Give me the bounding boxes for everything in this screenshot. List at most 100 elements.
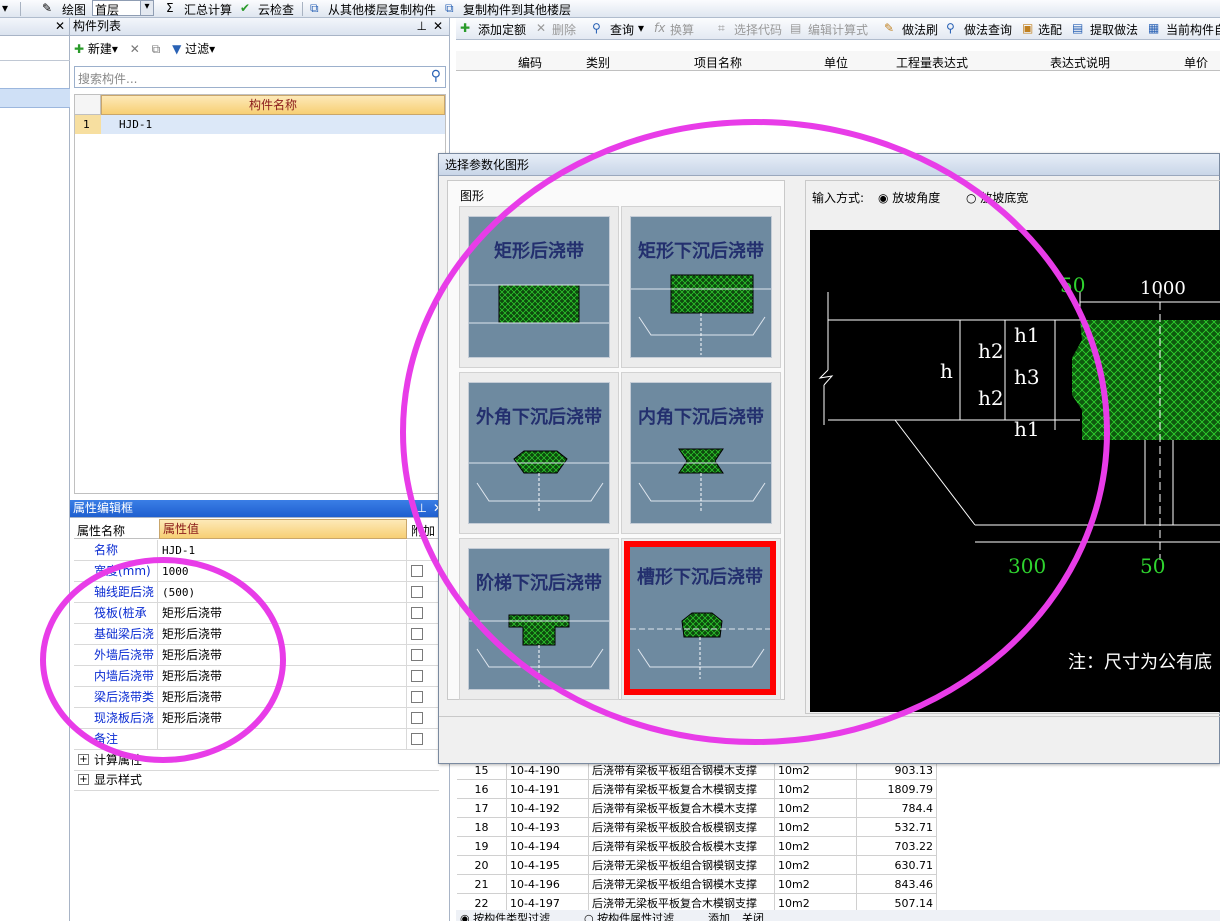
property-name: 外墙后浇带 <box>74 645 158 666</box>
property-row[interactable]: 筏板(桩承 矩形后浇带 <box>74 603 439 624</box>
label-h: h <box>940 359 953 383</box>
shape-option[interactable]: 槽形下沉后浇带 <box>621 538 781 700</box>
property-row[interactable]: 外墙后浇带 矩形后浇带 <box>74 645 439 666</box>
property-value[interactable]: 1000 <box>159 561 407 582</box>
shape-option[interactable]: 矩形下沉后浇带 <box>621 206 781 368</box>
extra-checkbox[interactable] <box>411 628 423 640</box>
pin-icon[interactable]: ⊥ <box>417 500 427 517</box>
current-component-button[interactable]: 当前构件自 <box>1166 21 1220 38</box>
col-price: 单价 <box>1184 56 1209 70</box>
new-button[interactable]: 新建 <box>88 42 112 56</box>
search-box[interactable]: 搜索构件... ⚲ <box>74 66 446 88</box>
group-calc-properties[interactable]: + 计算属性 <box>74 750 439 771</box>
option-angle-radio[interactable]: ◉ 放坡角度 <box>878 189 940 206</box>
extra-checkbox[interactable] <box>411 565 423 577</box>
property-value[interactable]: 矩形后浇带 <box>159 645 407 666</box>
property-row[interactable]: 备注 <box>74 729 439 750</box>
quota-cell-unit: 10m2 <box>775 818 857 837</box>
shape-diagram <box>630 612 770 679</box>
group-display-style[interactable]: + 显示样式 <box>74 770 439 791</box>
option-width-radio[interactable]: ○ 放坡底宽 <box>966 189 1028 206</box>
quota-row[interactable]: 18 10-4-193 后浇带有梁板平板胶合板模钢支撑 10m2 532.71 <box>457 818 937 837</box>
quota-row[interactable]: 16 10-4-191 后浇带有梁板平板复合木模钢支撑 10m2 1809.79 <box>457 780 937 799</box>
quota-cell-name: 后浇带有梁板平板复合木模钢支撑 <box>589 780 775 799</box>
method-brush-button[interactable]: 做法刷 <box>902 21 938 38</box>
extra-checkbox[interactable] <box>411 712 423 724</box>
extract-method-icon: ▤ <box>1072 21 1084 35</box>
search-input[interactable]: 搜索构件... <box>78 70 137 87</box>
add-button[interactable]: 添加 <box>708 910 730 921</box>
property-row[interactable]: 轴线距后浇 (500) <box>74 582 439 603</box>
property-row[interactable]: 现浇板后浇 矩形后浇带 <box>74 708 439 729</box>
component-list-title: 构件列表 ⊥ ✕ <box>70 18 449 36</box>
property-value[interactable] <box>159 729 407 750</box>
query-button[interactable]: 查询 <box>610 21 634 38</box>
dim-1000: 1000 <box>1140 278 1186 299</box>
property-value[interactable]: HJD-1 <box>159 540 407 561</box>
filter-by-property-radio[interactable]: ○ 按构件属性过滤 <box>584 910 674 921</box>
edit-formula-button[interactable]: 编辑计算式 <box>808 21 868 38</box>
col-category: 类别 <box>586 56 611 70</box>
quota-row[interactable]: 17 10-4-192 后浇带有梁板平板复合木模木支撑 10m2 784.4 <box>457 799 937 818</box>
property-row[interactable]: 名称 HJD-1 <box>74 540 439 561</box>
edit-formula-icon: ▤ <box>790 21 802 35</box>
draw-label[interactable]: 绘图 <box>62 1 86 17</box>
shape-option[interactable]: 阶梯下沉后浇带 <box>459 538 619 700</box>
copy-icon[interactable]: ⧉ <box>152 42 161 56</box>
extra-checkbox[interactable] <box>411 670 423 682</box>
method-query-icon: ⚲ <box>946 21 955 35</box>
floor-value: 首层 <box>95 3 120 17</box>
shape-option[interactable]: 内角下沉后浇带 <box>621 372 781 534</box>
property-value[interactable]: 矩形后浇带 <box>159 687 407 708</box>
property-name: 宽度(mm) <box>74 561 158 582</box>
copy-to-button[interactable]: 复制构件到其他楼层 <box>463 1 571 17</box>
property-header: 属性名称 属性值 附加 <box>74 519 439 539</box>
component-row[interactable]: HJD-1 <box>101 115 445 134</box>
search-icon[interactable]: ⚲ <box>431 68 441 84</box>
filter-by-type-radio[interactable]: ◉ 按构件类型过滤 <box>460 910 550 921</box>
pin-icon[interactable]: ⊥ <box>417 18 427 35</box>
shape-option[interactable]: 外角下沉后浇带 <box>459 372 619 534</box>
convert-button[interactable]: 换算 <box>670 21 694 38</box>
close-icon[interactable]: ✕ <box>433 18 443 35</box>
extra-checkbox[interactable] <box>411 586 423 598</box>
method-query-button[interactable]: 做法查询 <box>964 21 1012 38</box>
extract-method-button[interactable]: 提取做法 <box>1090 21 1138 38</box>
quota-row[interactable]: 19 10-4-194 后浇带有梁板平板胶合板模木支撑 10m2 703.22 <box>457 837 937 856</box>
dim-50-bottom: 50 <box>1140 554 1165 578</box>
property-row[interactable]: 梁后浇带类 矩形后浇带 <box>74 687 439 708</box>
extra-checkbox[interactable] <box>411 607 423 619</box>
delete-button[interactable]: 删除 <box>552 21 576 38</box>
floor-dropdown-icon[interactable]: ▾ <box>140 0 154 16</box>
property-row[interactable]: 基础梁后浇 矩形后浇带 <box>74 624 439 645</box>
dim-50-top: 50 <box>1060 273 1085 297</box>
property-row[interactable]: 内墙后浇带 矩形后浇带 <box>74 666 439 687</box>
dropdown-arrow-icon[interactable]: ▾ <box>2 1 8 15</box>
select-code-button[interactable]: 选择代码 <box>734 21 782 38</box>
copy-from-button[interactable]: 从其他楼层复制构件 <box>328 1 436 17</box>
close-button[interactable]: 关闭 <box>742 910 764 921</box>
property-row[interactable]: 宽度(mm) 1000 <box>74 561 439 582</box>
select-match-button[interactable]: 选配 <box>1038 21 1062 38</box>
cad-preview: 50 1000 h h2 h2 h1 h3 h1 300 50 注：尺寸为公有底 <box>810 230 1220 712</box>
cloud-check-button[interactable]: 云检查 <box>258 1 294 17</box>
filter-button[interactable]: 过滤 <box>185 42 209 56</box>
extra-checkbox[interactable] <box>411 733 423 745</box>
property-value[interactable]: 矩形后浇带 <box>159 666 407 687</box>
quota-row[interactable]: 20 10-4-195 后浇带无梁板平板组合钢模钢支撑 10m2 630.71 <box>457 856 937 875</box>
extra-checkbox[interactable] <box>411 691 423 703</box>
extra-checkbox[interactable] <box>411 649 423 661</box>
property-value[interactable]: 矩形后浇带 <box>159 624 407 645</box>
nav-selected-item[interactable] <box>0 88 70 108</box>
add-quota-button[interactable]: 添加定额 <box>478 21 526 38</box>
shape-option[interactable]: 矩形后浇带 <box>459 206 619 368</box>
quota-row[interactable]: 21 10-4-196 后浇带无梁板平板组合钢模木支撑 10m2 843.46 <box>457 875 937 894</box>
sum-button[interactable]: 汇总计算 <box>184 1 232 17</box>
quota-cell-name: 后浇带有梁板平板胶合板模木支撑 <box>589 837 775 856</box>
property-name: 内墙后浇带 <box>74 666 158 687</box>
property-value[interactable]: (500) <box>159 582 407 603</box>
property-value[interactable]: 矩形后浇带 <box>159 603 407 624</box>
delete-icon[interactable]: ✕ <box>130 42 140 56</box>
property-value[interactable]: 矩形后浇带 <box>159 708 407 729</box>
shape-thumbnail: 阶梯下沉后浇带 <box>468 548 610 690</box>
